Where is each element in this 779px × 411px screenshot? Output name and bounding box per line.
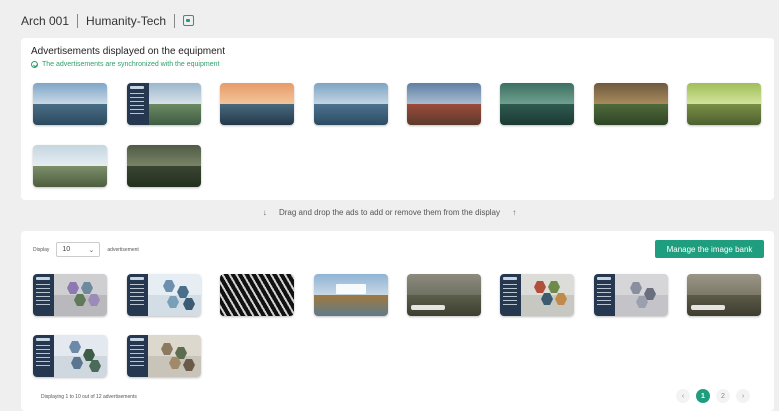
chevron-right-icon[interactable]: ›	[736, 389, 750, 403]
bank-ad-thumbnail[interactable]	[500, 274, 574, 316]
bank-ad-thumbnail[interactable]	[407, 274, 481, 316]
home-icon[interactable]	[183, 15, 195, 26]
displayed-ad-thumbnail[interactable]	[407, 83, 481, 125]
display-count-value: 10	[62, 246, 71, 253]
sync-status-text: The advertisements are synchronized with…	[42, 61, 220, 68]
breadcrumb-separator	[174, 13, 176, 28]
bank-ad-thumbnail[interactable]	[127, 335, 201, 377]
displayed-ad-thumbnail[interactable]	[33, 83, 107, 125]
pagination-summary: Displaying 1 to 10 out of 12 advertiseme…	[41, 394, 137, 400]
arrow-up-icon: ↑	[512, 208, 517, 217]
displayed-ad-thumbnail[interactable]	[33, 145, 107, 187]
page-button-1[interactable]: 1	[696, 389, 710, 403]
displayed-ad-thumbnail[interactable]	[127, 145, 201, 187]
display-label: Display	[33, 246, 50, 253]
organization-name[interactable]: Humanity-Tech	[86, 14, 166, 28]
bank-ad-thumbnail[interactable]	[220, 274, 294, 316]
pagination: ‹ 1 2 ›	[676, 389, 750, 403]
displayed-ad-thumbnail[interactable]	[687, 83, 761, 125]
equipment-name[interactable]: Arch 001	[21, 14, 69, 28]
bank-ad-thumbnail[interactable]	[314, 274, 388, 316]
display-count-select[interactable]: 10 ⌄	[56, 242, 101, 257]
displayed-ad-thumbnail[interactable]	[314, 83, 388, 125]
bank-ad-thumbnail[interactable]	[127, 274, 201, 316]
bank-ad-thumbnail[interactable]	[687, 274, 761, 316]
chevron-down-icon: ⌄	[88, 246, 95, 254]
sync-status: The advertisements are synchronized with…	[31, 61, 219, 68]
page-button-2[interactable]: 2	[716, 389, 730, 403]
chevron-left-icon[interactable]: ‹	[676, 389, 690, 403]
drag-drop-hint: ↓ Drag and drop the ads to add or remove…	[0, 208, 779, 217]
bank-ad-thumbnail[interactable]	[33, 274, 107, 316]
manage-image-bank-button[interactable]: Manage the image bank	[655, 240, 764, 258]
displayed-ad-thumbnail[interactable]	[220, 83, 294, 125]
displayed-ads-panel: Advertisements displayed on the equipmen…	[21, 38, 774, 200]
breadcrumb-separator	[77, 13, 79, 28]
bank-ad-thumbnail[interactable]	[33, 335, 107, 377]
panel-title: Advertisements displayed on the equipmen…	[31, 46, 226, 57]
breadcrumb: Arch 001 Humanity-Tech	[21, 8, 773, 33]
bank-ad-thumbnail[interactable]	[594, 274, 668, 316]
arrow-down-icon: ↓	[262, 208, 267, 217]
display-count-control: Display 10 ⌄ advertisement	[33, 242, 139, 257]
image-bank-panel: Display 10 ⌄ advertisement Manage the im…	[21, 231, 774, 411]
drag-drop-text: Drag and drop the ads to add or remove t…	[278, 208, 500, 217]
display-suffix: advertisement	[107, 246, 139, 253]
displayed-ad-thumbnail[interactable]	[127, 83, 201, 125]
displayed-ad-thumbnail[interactable]	[594, 83, 668, 125]
displayed-ad-thumbnail[interactable]	[500, 83, 574, 125]
check-circle-icon	[31, 61, 38, 68]
